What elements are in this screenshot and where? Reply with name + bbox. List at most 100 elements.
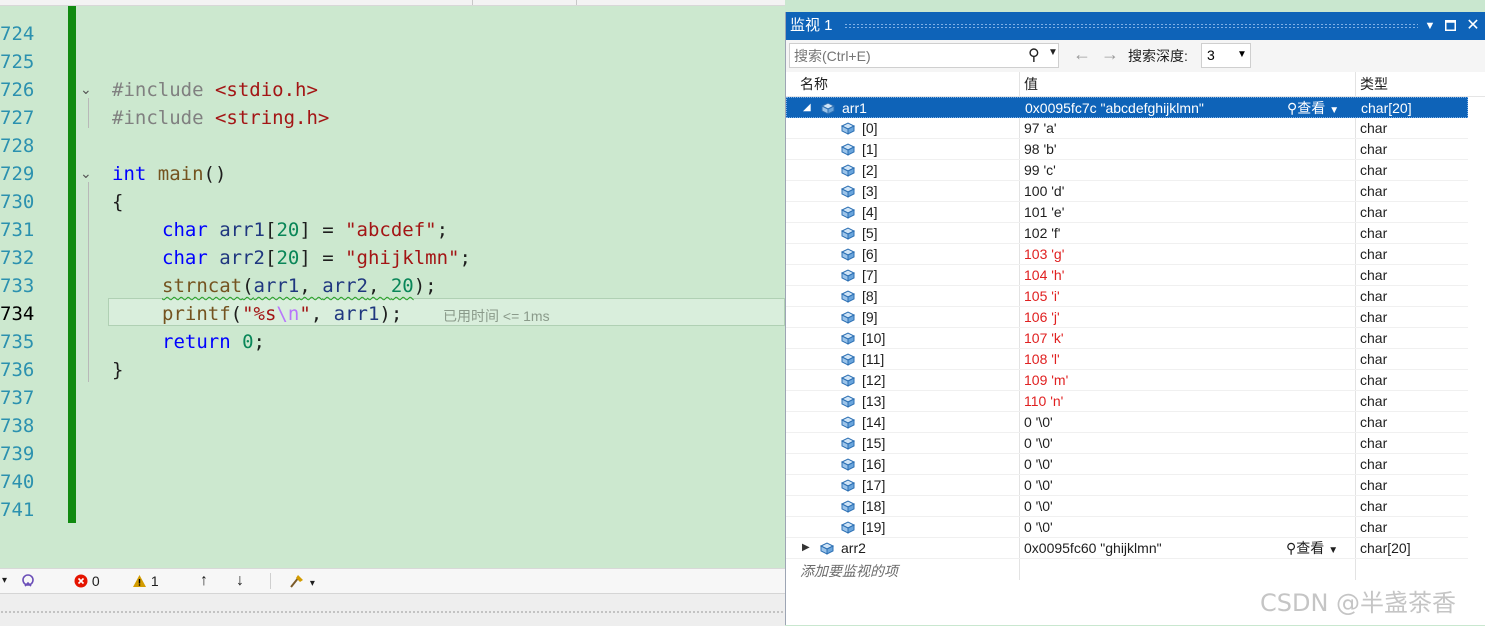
code-editor[interactable]: 724 725 726 727 728 729 730 731 732 733 … xyxy=(0,0,785,568)
watch-name[interactable]: arr2 xyxy=(841,538,866,559)
watch-row-element[interactable]: [6] 103 'g' char xyxy=(786,244,1468,265)
watch-row-element[interactable]: [5] 102 'f' char xyxy=(786,223,1468,244)
column-name[interactable]: 名称 xyxy=(800,72,828,96)
watch-row-element[interactable]: [12] 109 'm' char xyxy=(786,370,1468,391)
intellicode-icon[interactable] xyxy=(20,569,36,593)
warning-count[interactable]: 1 xyxy=(132,569,159,593)
watch-value[interactable]: 0 '\0' xyxy=(1024,475,1053,496)
watch-value[interactable]: 0x0095fc7c "abcdefghijklmn" xyxy=(1025,98,1204,119)
watch-name[interactable]: arr1 xyxy=(842,98,867,119)
watch-row-element[interactable]: [10] 107 'k' char xyxy=(786,328,1468,349)
code-cleanup-icon[interactable]: ▾ xyxy=(288,569,315,593)
view-dropdown-icon[interactable]: ▼ xyxy=(1328,545,1338,556)
watch-name[interactable]: [10] xyxy=(862,328,885,349)
watch-value[interactable]: 99 'c' xyxy=(1024,160,1056,181)
watch-value[interactable]: 0 '\0' xyxy=(1024,454,1053,475)
watch-row-element[interactable]: [19] 0 '\0' char xyxy=(786,517,1468,538)
watch-value[interactable]: 0x0095fc60 "ghijklmn" xyxy=(1024,538,1162,559)
watch-row-element[interactable]: [9] 106 'j' char xyxy=(786,307,1468,328)
watch-row-element[interactable]: [17] 0 '\0' char xyxy=(786,475,1468,496)
chevron-down-icon[interactable]: ▼ xyxy=(1237,49,1247,60)
code-line[interactable]: int main() xyxy=(112,160,226,188)
watch-value[interactable]: 97 'a' xyxy=(1024,118,1057,139)
watch-row-element[interactable]: [16] 0 '\0' char xyxy=(786,454,1468,475)
column-type[interactable]: 类型 xyxy=(1360,72,1388,96)
watch-value[interactable]: 108 'l' xyxy=(1024,349,1060,370)
close-icon[interactable]: ✕ xyxy=(1463,12,1483,40)
zoom-dropdown-icon[interactable]: ▾ xyxy=(2,569,7,593)
watch-row-element[interactable]: [3] 100 'd' char xyxy=(786,181,1468,202)
watch-name[interactable]: [5] xyxy=(862,223,878,244)
watch-name[interactable]: [12] xyxy=(862,370,885,391)
view-dropdown-icon[interactable]: ▼ xyxy=(1329,105,1339,116)
watch-row-element[interactable]: [1] 98 'b' char xyxy=(786,139,1468,160)
search-options-dropdown-icon[interactable]: ▼ xyxy=(1048,47,1058,58)
watch-name[interactable]: [0] xyxy=(862,118,878,139)
search-forward-arrow-icon[interactable]: → xyxy=(1101,44,1119,65)
watch-row-element[interactable]: [18] 0 '\0' char xyxy=(786,496,1468,517)
watch-value[interactable]: 0 '\0' xyxy=(1024,433,1053,454)
watch-row-element[interactable]: [8] 105 'i' char xyxy=(786,286,1468,307)
code-line[interactable]: char arr2[20] = "ghijklmn"; xyxy=(162,244,471,272)
code-line[interactable]: return 0; xyxy=(162,328,265,356)
watch-name[interactable]: [18] xyxy=(862,496,885,517)
watch-name[interactable]: [17] xyxy=(862,475,885,496)
code-line-current[interactable]: printf("%s\n", arr1); xyxy=(162,300,402,328)
watch-value[interactable]: 0 '\0' xyxy=(1024,496,1053,517)
watch-name[interactable]: [4] xyxy=(862,202,878,223)
watch-row-element[interactable]: [15] 0 '\0' char xyxy=(786,433,1468,454)
fold-chevron-icon[interactable]: ⌄ xyxy=(80,160,92,188)
watch-name[interactable]: [19] xyxy=(862,517,885,538)
watch-value[interactable]: 107 'k' xyxy=(1024,328,1064,349)
watch-window[interactable]: 监视 1 ▼ ✕ ⚲ ▼ ← → 搜索深度: 3 ▼ 名称 值 类型 ◢ arr1… xyxy=(785,12,1485,625)
output-panel-splitter[interactable] xyxy=(0,593,785,626)
watch-value[interactable]: 109 'm' xyxy=(1024,370,1068,391)
watch-name[interactable]: [8] xyxy=(862,286,878,307)
expand-triangle-right-icon[interactable]: ▶ xyxy=(802,538,810,558)
watch-name[interactable]: [14] xyxy=(862,412,885,433)
code-line[interactable]: } xyxy=(112,356,123,384)
watch-row-element[interactable]: [13] 110 'n' char xyxy=(786,391,1468,412)
code-line[interactable]: #include <stdio.h> xyxy=(112,76,318,104)
watch-row-element[interactable]: [11] 108 'l' char xyxy=(786,349,1468,370)
watch-value[interactable]: 0 '\0' xyxy=(1024,517,1053,538)
watch-name[interactable]: [6] xyxy=(862,244,878,265)
cleanup-dropdown-icon[interactable]: ▾ xyxy=(310,578,315,589)
watch-row-arr1[interactable]: ◢ arr1 ⚲查看 ▼ 0x0095fc7c "abcdefghijklmn" char… xyxy=(786,97,1468,118)
watch-title-bar[interactable]: 监视 1 ▼ ✕ xyxy=(786,12,1485,40)
watch-value[interactable]: 105 'i' xyxy=(1024,286,1060,307)
warning-squiggle[interactable]: strncat(arr1, arr2, 20 xyxy=(162,275,414,297)
watch-name[interactable]: [3] xyxy=(862,181,878,202)
add-watch-item[interactable]: 添加要监视的项 xyxy=(800,561,898,581)
arrow-up-icon[interactable]: ↑ xyxy=(200,569,208,593)
error-count[interactable]: 0 xyxy=(74,569,100,593)
maximize-icon[interactable] xyxy=(1440,12,1460,40)
search-back-arrow-icon[interactable]: ← xyxy=(1073,44,1091,65)
watch-name[interactable]: [11] xyxy=(862,349,884,370)
watch-value[interactable]: 101 'e' xyxy=(1024,202,1064,223)
column-value[interactable]: 值 xyxy=(1024,72,1038,96)
watch-name[interactable]: [13] xyxy=(862,391,885,412)
watch-row-element[interactable]: [7] 104 'h' char xyxy=(786,265,1468,286)
watch-value[interactable]: 98 'b' xyxy=(1024,139,1057,160)
watch-value[interactable]: 110 'n' xyxy=(1024,391,1063,412)
watch-search-box[interactable]: ⚲ ▼ xyxy=(789,43,1059,68)
code-line[interactable]: strncat(arr1, arr2, 20); xyxy=(162,272,437,300)
watch-row-element[interactable]: [0] 97 'a' char xyxy=(786,118,1468,139)
watch-value[interactable]: 103 'g' xyxy=(1024,244,1064,265)
search-icon[interactable]: ⚲ xyxy=(1028,45,1040,65)
arrow-down-icon[interactable]: ↓ xyxy=(236,569,244,593)
code-line[interactable]: #include <string.h> xyxy=(112,104,329,132)
nav-dropdown-1[interactable] xyxy=(0,0,473,5)
watch-name[interactable]: [2] xyxy=(862,160,878,181)
watch-row-element[interactable]: [4] 101 'e' char xyxy=(786,202,1468,223)
expand-triangle-down-icon[interactable]: ◢ xyxy=(803,98,811,118)
search-depth-select[interactable]: 3 ▼ xyxy=(1201,43,1251,68)
view-visualizer-button[interactable]: ⚲查看 ▼ xyxy=(1286,538,1338,561)
watch-row-element[interactable]: [2] 99 'c' char xyxy=(786,160,1468,181)
fold-chevron-icon[interactable]: ⌄ xyxy=(80,76,92,104)
watch-name[interactable]: [9] xyxy=(862,307,878,328)
watch-name[interactable]: [16] xyxy=(862,454,885,475)
nav-dropdown-2[interactable] xyxy=(478,0,577,5)
watch-value[interactable]: 100 'd' xyxy=(1024,181,1064,202)
